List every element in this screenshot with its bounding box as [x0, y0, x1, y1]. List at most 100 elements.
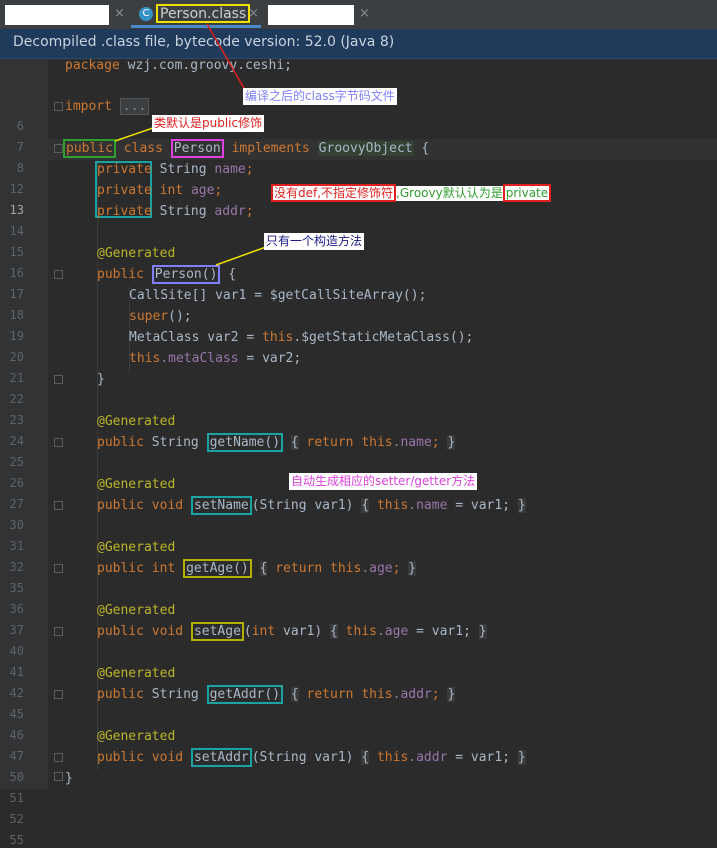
annotation-groovy-default: ,Groovy默认认为是 — [396, 186, 503, 200]
keyword: this — [262, 330, 294, 345]
setter-highlight: setAddr — [190, 748, 252, 767]
brace: } — [408, 561, 417, 576]
keyword: package — [65, 58, 120, 73]
fold-marker-icon[interactable] — [54, 690, 63, 699]
keyword: public — [97, 435, 144, 450]
type-name: String — [151, 204, 215, 219]
code-line-19: public Person() { — [97, 265, 236, 284]
keyword: public — [97, 498, 144, 513]
fold-marker-icon[interactable] — [54, 564, 63, 573]
declaration: MetaClass var2 = — [129, 330, 263, 345]
line-number: 22 — [9, 392, 24, 406]
fold-marker-icon[interactable] — [54, 144, 63, 153]
keyword: return — [275, 561, 323, 576]
semicolon: ; — [431, 435, 440, 450]
field-name: .name — [408, 498, 448, 513]
keyword: public — [97, 561, 144, 576]
line-number: 26 — [9, 476, 24, 490]
assignment: = var2; — [238, 351, 302, 366]
params: (String var1) — [251, 498, 362, 513]
line-number: 19 — [9, 329, 24, 343]
call-args: (); — [168, 309, 192, 324]
keyword: return — [306, 435, 354, 450]
annotation-generated: @Generated — [97, 414, 176, 429]
fold-marker-icon[interactable] — [54, 772, 63, 781]
line-number: 42 — [9, 686, 24, 700]
brace: } — [517, 498, 526, 513]
tab-person-class[interactable]: Person.class — [156, 4, 251, 23]
line-number: 30 — [9, 518, 24, 532]
setter-highlight: setName — [190, 496, 252, 515]
package-name: wzj.com.groovy.ceshi; — [119, 58, 292, 73]
fold-marker-icon[interactable] — [54, 438, 63, 447]
tab-close-icon[interactable]: × — [359, 5, 370, 23]
keyword: this — [376, 750, 409, 765]
line-number: 16 — [9, 266, 24, 280]
code-line-24: } — [97, 372, 105, 387]
code-line-13: public class Person implements GroovyObj… — [63, 139, 429, 158]
brace: { — [290, 435, 299, 450]
tab-redacted-1[interactable] — [5, 5, 109, 25]
field-name: .name — [392, 435, 432, 450]
field-name: .addr — [408, 750, 448, 765]
folded-imports[interactable]: ... — [119, 98, 150, 115]
keyword: class — [123, 141, 163, 156]
line-number: 41 — [9, 665, 24, 679]
line-number-gutter: 6 7 8 12 13 14 15 16 17 18 19 20 21 22 23 24 25 26 27 30 31 3… — [0, 59, 48, 847]
line-number: 55 — [9, 833, 24, 847]
code-line-32: public void setName (String var1) { this.… — [97, 496, 526, 515]
annotation-default-public: 类默认是public修饰 — [152, 115, 265, 132]
line-number: 27 — [9, 497, 24, 511]
code-line-47: public String getAddr() { return this.ad… — [97, 685, 456, 704]
setter-highlight: setAge — [190, 622, 244, 641]
keyword: public — [97, 267, 144, 282]
fold-marker-icon[interactable] — [54, 501, 63, 510]
code-line-55: } — [65, 771, 73, 786]
code-line-27: public String getName() { return this.na… — [97, 433, 456, 452]
tab-redacted-2[interactable] — [268, 5, 354, 25]
keyword: return — [306, 687, 354, 702]
fold-marker-icon[interactable] — [54, 270, 63, 279]
type-name: String — [151, 162, 215, 177]
keyword: public — [97, 624, 144, 639]
assignment: = var1; — [447, 498, 511, 513]
code-line-20: CallSite[] var1 = $getCallSiteArray(); — [129, 288, 427, 303]
assignment: = var1; — [408, 624, 471, 639]
annotation-generated: @Generated — [97, 603, 176, 618]
code-line-14: private String name; — [97, 161, 254, 179]
line-number: 45 — [9, 707, 24, 721]
keyword: this — [376, 498, 409, 513]
keyword: public — [97, 687, 144, 702]
line-number: 37 — [9, 623, 24, 637]
constructor-highlight: Person() — [151, 265, 221, 284]
code-line-23: this.metaClass = var2; — [129, 350, 301, 368]
fold-marker-icon[interactable] — [54, 753, 63, 762]
code-line-21: super(); — [129, 308, 192, 326]
call-expression: .$getStaticMetaClass(); — [293, 330, 474, 345]
code-line-52: public void setAddr (String var1) { this.… — [97, 748, 526, 767]
semicolon: ; — [214, 183, 223, 198]
brace: { — [330, 624, 338, 639]
field-name: .age — [361, 561, 393, 576]
fold-marker-icon[interactable] — [54, 102, 63, 111]
active-tab-indicator — [131, 25, 261, 28]
interface-name: GroovyObject — [317, 141, 414, 156]
code-line-37: public int getAge() { return this.age; } — [97, 559, 417, 578]
keyword: int — [151, 561, 176, 576]
line-number: 8 — [16, 161, 24, 175]
tab-close-icon[interactable]: × — [248, 5, 259, 23]
code-line-16: private String addr; — [97, 203, 254, 221]
line-number: 15 — [9, 245, 24, 259]
line-number: 7 — [16, 140, 24, 154]
annotation-private-word: private — [502, 184, 552, 202]
fold-marker-icon[interactable] — [54, 375, 63, 384]
keyword: void — [151, 750, 184, 765]
line-number: 40 — [9, 644, 24, 658]
annotation-generated: @Generated — [97, 477, 176, 492]
params: var1) — [275, 624, 331, 639]
fold-marker-icon[interactable] — [54, 627, 63, 636]
decompiled-info-text: Decompiled .class file, bytecode version… — [13, 34, 395, 50]
annotation-no-def: 没有def,不指定修饰符 ,Groovy默认认为是 private — [271, 184, 552, 202]
line-number: 12 — [9, 182, 24, 196]
tab-close-icon[interactable]: × — [114, 5, 125, 23]
